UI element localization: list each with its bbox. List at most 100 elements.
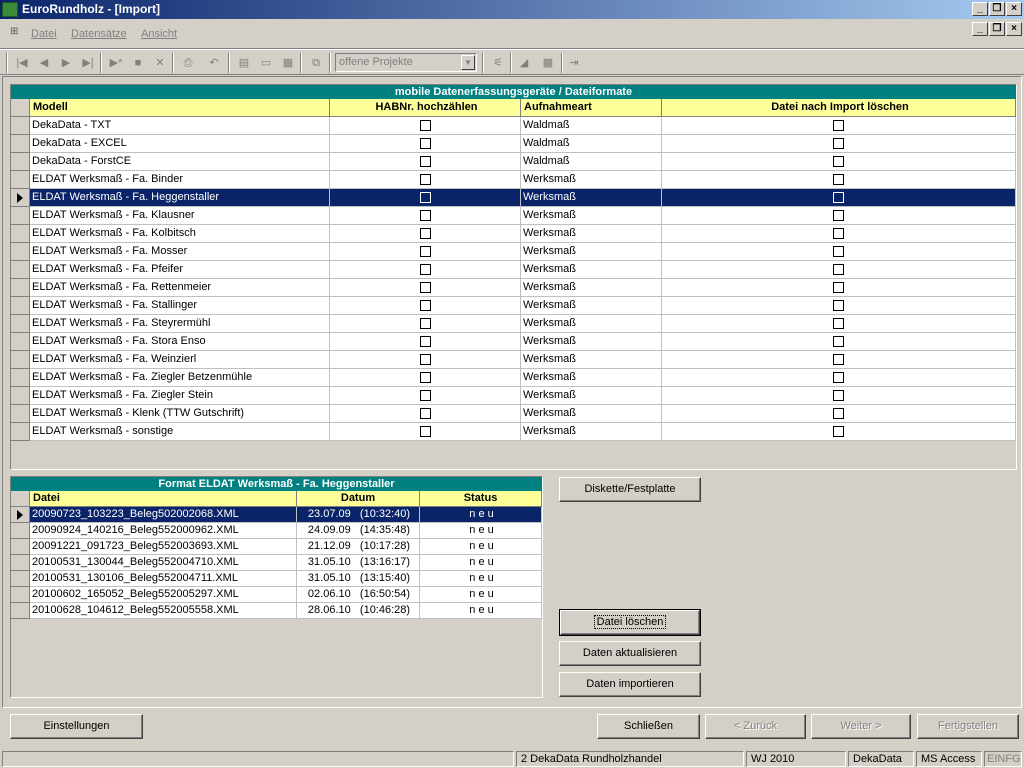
project-select[interactable]: offene Projekte ▼ [335, 53, 477, 72]
cell-datum[interactable]: 24.09.09 (14:35:48) [297, 523, 420, 539]
row-selector[interactable] [11, 243, 30, 261]
cell-habnr[interactable] [330, 117, 521, 135]
cell-modell[interactable]: ELDAT Werksmaß - Fa. Weinzierl [30, 351, 330, 369]
cell-habnr[interactable] [330, 387, 521, 405]
table-row[interactable]: ELDAT Werksmaß - Fa. Mosser Werksmaß [11, 243, 1016, 261]
habnr-checkbox[interactable] [419, 354, 431, 365]
mdi-close-icon[interactable]: × [1006, 22, 1022, 36]
row-selector[interactable] [11, 315, 30, 333]
cell-datei-loeschen[interactable] [662, 207, 1016, 225]
row-selector[interactable] [11, 279, 30, 297]
habnr-checkbox[interactable] [419, 300, 431, 311]
cell-datei-loeschen[interactable] [662, 315, 1016, 333]
row-selector[interactable] [11, 507, 30, 523]
table-row[interactable]: ELDAT Werksmaß - sonstige Werksmaß [11, 423, 1016, 441]
cell-datum[interactable]: 28.06.10 (10:46:28) [297, 603, 420, 619]
cell-aufnahmeart[interactable]: Werksmaß [521, 243, 662, 261]
cell-aufnahmeart[interactable]: Werksmaß [521, 423, 662, 441]
cell-habnr[interactable] [330, 171, 521, 189]
cell-status[interactable]: n e u [420, 603, 542, 619]
row-selector[interactable] [11, 603, 30, 619]
row-selector[interactable] [11, 587, 30, 603]
cell-datei-loeschen[interactable] [662, 243, 1016, 261]
datei-loeschen-button[interactable]: Datei löschen [559, 609, 701, 636]
datei-loeschen-checkbox[interactable] [833, 192, 844, 203]
table-row[interactable]: ELDAT Werksmaß - Fa. Weinzierl Werksmaß [11, 351, 1016, 369]
cell-status[interactable]: n e u [420, 587, 542, 603]
table-row[interactable]: DekaData - ForstCE Waldmaß [11, 153, 1016, 171]
cell-aufnahmeart[interactable]: Werksmaß [521, 387, 662, 405]
row-selector[interactable] [11, 523, 30, 539]
habnr-checkbox[interactable] [419, 372, 431, 383]
table-row[interactable]: ELDAT Werksmaß - Fa. Kolbitsch Werksmaß [11, 225, 1016, 243]
datei-loeschen-checkbox[interactable] [833, 354, 844, 365]
row-selector[interactable] [11, 171, 30, 189]
habnr-checkbox[interactable] [419, 282, 431, 293]
cell-modell[interactable]: ELDAT Werksmaß - Fa. Stallinger [30, 297, 330, 315]
last-record-icon[interactable]: ▶| [78, 53, 98, 73]
row-selector[interactable] [11, 117, 30, 135]
cell-modell[interactable]: DekaData - EXCEL [30, 135, 330, 153]
cell-habnr[interactable] [330, 153, 521, 171]
table-row[interactable]: ELDAT Werksmaß - Fa. Klausner Werksmaß [11, 207, 1016, 225]
cell-habnr[interactable] [330, 315, 521, 333]
datei-loeschen-checkbox[interactable] [833, 300, 844, 311]
column-habnr[interactable]: HABNr. hochzählen [330, 99, 521, 117]
datei-loeschen-checkbox[interactable] [833, 120, 844, 131]
habnr-checkbox[interactable] [419, 228, 431, 239]
undo-icon[interactable]: ↶ [204, 53, 224, 73]
table-row[interactable]: 20100531_130044_Beleg552004710.XML 31.05.… [11, 555, 542, 571]
habnr-checkbox[interactable] [419, 390, 431, 401]
habnr-checkbox[interactable] [419, 120, 431, 131]
row-selector[interactable] [11, 297, 30, 315]
cell-aufnahmeart[interactable]: Werksmaß [521, 369, 662, 387]
table-view-icon[interactable]: ▤ [234, 53, 254, 73]
row-selector[interactable] [11, 387, 30, 405]
weiter-button[interactable]: Weiter > [811, 714, 911, 739]
first-record-icon[interactable]: |◀ [12, 53, 32, 73]
habnr-checkbox[interactable] [419, 426, 431, 437]
cell-habnr[interactable] [330, 369, 521, 387]
datei-loeschen-checkbox[interactable] [833, 318, 844, 329]
datei-loeschen-checkbox[interactable] [833, 246, 844, 257]
cell-aufnahmeart[interactable]: Waldmaß [521, 135, 662, 153]
cell-datei-loeschen[interactable] [662, 351, 1016, 369]
datei-loeschen-checkbox[interactable] [833, 372, 844, 383]
cell-modell[interactable]: ELDAT Werksmaß - Fa. Klausner [30, 207, 330, 225]
cell-modell[interactable]: ELDAT Werksmaß - Fa. Heggenstaller [30, 189, 330, 207]
zurueck-button[interactable]: < Zurück [705, 714, 806, 739]
einstellungen-button[interactable]: Einstellungen [10, 714, 143, 739]
forklift-icon[interactable]: ◢ [514, 53, 534, 73]
cell-datei-loeschen[interactable] [662, 333, 1016, 351]
datei-loeschen-checkbox[interactable] [833, 282, 844, 293]
row-selector[interactable] [11, 571, 30, 587]
cell-modell[interactable]: ELDAT Werksmaß - Klenk (TTW Gutschrift) [30, 405, 330, 423]
cell-datei-loeschen[interactable] [662, 153, 1016, 171]
habnr-checkbox[interactable] [419, 318, 431, 329]
row-selector[interactable] [11, 333, 30, 351]
datei-loeschen-checkbox[interactable] [833, 138, 844, 149]
column-datei[interactable]: Datei [30, 491, 297, 507]
table-row[interactable]: ELDAT Werksmaß - Fa. Stora Enso Werksmaß [11, 333, 1016, 351]
cell-modell[interactable]: ELDAT Werksmaß - Fa. Ziegler Betzenmühle [30, 369, 330, 387]
cell-habnr[interactable] [330, 423, 521, 441]
previous-record-icon[interactable]: ◀ [34, 53, 54, 73]
daten-aktualisieren-button[interactable]: Daten aktualisieren [559, 641, 701, 666]
menu-ansicht[interactable]: Ansicht [141, 28, 177, 40]
table-row[interactable]: ELDAT Werksmaß - Klenk (TTW Gutschrift) W… [11, 405, 1016, 423]
new-record-icon[interactable]: ▶* [106, 53, 126, 73]
schliessen-button[interactable]: Schließen [597, 714, 700, 739]
datei-loeschen-checkbox[interactable] [833, 426, 844, 437]
mdi-restore-icon[interactable]: ❐ [989, 22, 1005, 36]
cell-habnr[interactable] [330, 135, 521, 153]
column-status[interactable]: Status [420, 491, 542, 507]
table-row[interactable]: 20100531_130106_Beleg552004711.XML 31.05.… [11, 571, 542, 587]
print-icon[interactable]: ⎙ [178, 53, 198, 73]
datei-loeschen-checkbox[interactable] [833, 156, 844, 167]
cell-datei-loeschen[interactable] [662, 369, 1016, 387]
cell-modell[interactable]: ELDAT Werksmaß - Fa. Binder [30, 171, 330, 189]
cell-datum[interactable]: 21.12.09 (10:17:28) [297, 539, 420, 555]
cell-datum[interactable]: 31.05.10 (13:15:40) [297, 571, 420, 587]
column-datei-loeschen[interactable]: Datei nach Import löschen [662, 99, 1016, 117]
cell-datei-loeschen[interactable] [662, 423, 1016, 441]
